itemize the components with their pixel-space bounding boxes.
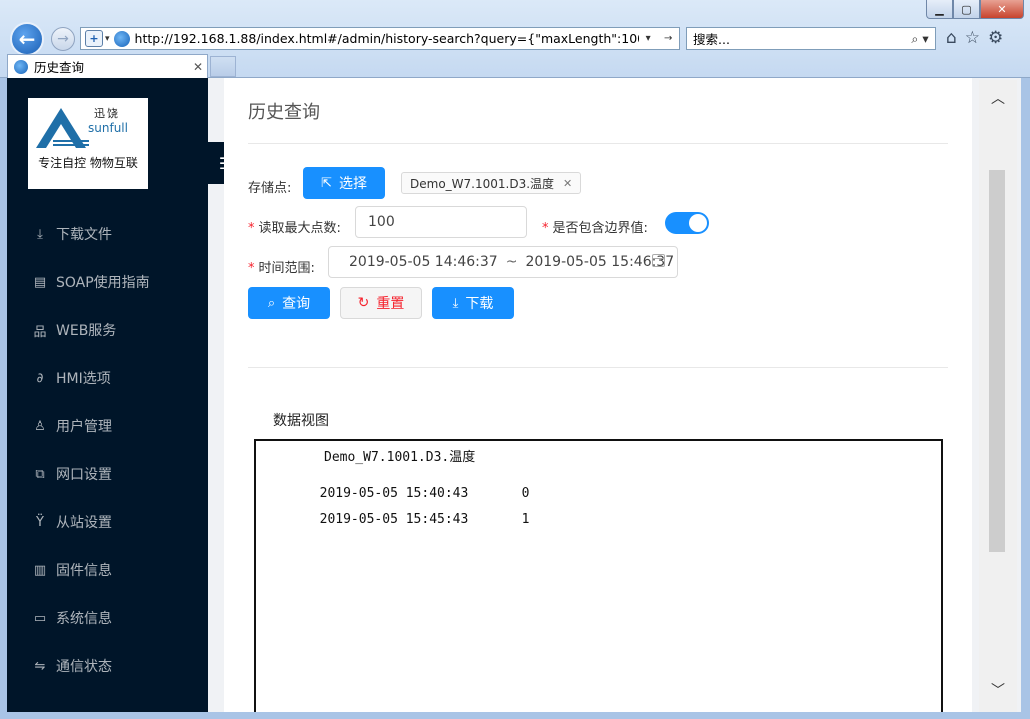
browser-tab[interactable]: 历史查询 ✕	[7, 54, 208, 78]
search-placeholder: 搜索...	[693, 32, 730, 47]
sidebar-item-label: 用户管理	[56, 419, 112, 435]
book-icon: ▤	[33, 274, 47, 290]
reload-icon: ↻	[357, 295, 370, 311]
time-range-picker[interactable]: 2019-05-05 14:46:37 ~ 2019-05-05 15:46:3…	[328, 246, 678, 278]
tab-close-icon[interactable]: ✕	[189, 60, 207, 74]
storage-label: 存储点:	[248, 181, 292, 196]
close-window-icon[interactable]: ✕	[980, 0, 1024, 19]
max-points-label: * 读取最大点数:	[248, 221, 341, 236]
scroll-down-icon[interactable]: ﹀	[979, 680, 1017, 704]
brand-cn: 迅饶	[94, 107, 120, 120]
download-icon: ⤓	[452, 295, 459, 311]
sidebar-item[interactable]: ⤓ 下载文件	[7, 210, 208, 258]
sidebar-item[interactable]: ⧉ 网口设置	[7, 450, 208, 498]
home-icon[interactable]: ⌂	[946, 28, 957, 48]
sidebar-item-label: 通信状态	[56, 659, 112, 675]
sidebar-item-label: HMI选项	[56, 371, 111, 387]
sidebar-item[interactable]: ∂ HMI选项	[7, 354, 208, 402]
sidebar-item-label: 系统信息	[56, 611, 112, 627]
data-view-panel[interactable]: Demo_W7.1001.D3.温度 2019-05-05 15:40:43 0 …	[254, 439, 943, 712]
scroll-up-icon[interactable]: ︿	[979, 88, 1017, 112]
page-viewport: 迅饶 sunfull 专注自控 物物互联 ⤓ 下载文件 ▤ SOAP使用指南品 WEB服…	[7, 78, 1021, 712]
sidebar-item-label: 固件信息	[56, 563, 112, 579]
sidebar-item-label: 网口设置	[56, 467, 112, 483]
include-boundary-label: * 是否包含边界值:	[542, 221, 648, 236]
fork-icon: Ÿ	[36, 514, 44, 530]
search-icon: ⌕	[267, 295, 276, 311]
divider	[248, 143, 948, 144]
arrow-right-icon: →	[57, 31, 69, 47]
export-icon: ⧉	[35, 466, 45, 482]
back-button[interactable]: ←	[10, 22, 44, 56]
star-icon[interactable]: ☆	[965, 28, 980, 48]
link-icon: ∂	[36, 370, 44, 386]
sidebar-item[interactable]: ▥ 固件信息	[7, 546, 208, 594]
sidebar-item[interactable]: ♙ 用户管理	[7, 402, 208, 450]
sidebar-item-label: 下载文件	[56, 227, 112, 243]
sidebar-item[interactable]: 品 WEB服务	[7, 306, 208, 354]
sidebar-item-label: 从站设置	[56, 515, 112, 531]
selected-point-tag: Demo_W7.1001.D3.温度 ✕	[401, 172, 582, 194]
ie-page-icon	[113, 30, 130, 47]
user-icon: ♙	[34, 418, 46, 434]
tab-title: 历史查询	[34, 60, 85, 75]
swap-icon: ⇋	[34, 658, 46, 674]
select-button[interactable]: ⇱ 选择	[303, 167, 385, 199]
scroll-thumb[interactable]	[989, 170, 1005, 552]
page-title: 历史查询	[248, 102, 320, 123]
sidebar: 迅饶 sunfull 专注自控 物物互联 ⤓ 下载文件 ▤ SOAP使用指南品 WEB服…	[7, 78, 208, 712]
divider	[248, 367, 948, 368]
select-icon: ⇱	[321, 175, 332, 191]
max-points-input[interactable]: 100	[355, 206, 527, 238]
brand-en: sunfull	[88, 121, 128, 135]
go-icon[interactable]: →	[664, 33, 672, 44]
arrow-left-icon: ←	[18, 27, 36, 51]
query-button[interactable]: ⌕ 查询	[248, 287, 330, 319]
search-icon[interactable]: ⌕ ▾	[905, 31, 935, 47]
minimize-icon[interactable]: ▁	[926, 0, 953, 19]
sidebar-item-label: SOAP使用指南	[56, 275, 150, 291]
time-range-label: * 时间范围:	[248, 261, 315, 276]
logo: 迅饶 sunfull 专注自控 物物互联	[28, 98, 148, 189]
tab-favicon-icon	[14, 59, 28, 74]
address-bar[interactable]: + ▾ http://192.168.1.88/index.html#/admi…	[80, 27, 680, 50]
sidebar-item[interactable]: ▭ 系统信息	[7, 594, 208, 642]
sidebar-item[interactable]: ▤ SOAP使用指南	[7, 258, 208, 306]
download-icon: ⤓	[37, 226, 43, 242]
sidebar-menu: ⤓ 下载文件 ▤ SOAP使用指南品 WEB服务 ∂ HMI选项 ♙ 用户管理 ⧉ 网口设置 Ÿ 从站设…	[7, 210, 208, 690]
data-view-title: 数据视图	[273, 413, 329, 429]
vertical-scrollbar[interactable]: ︿ ﹀	[979, 80, 1017, 712]
main-content: 历史查询 存储点: ⇱ 选择 Demo_W7.1001.D3.温度 ✕ * 读取最…	[224, 78, 972, 712]
table-row: 2019-05-05 15:45:43 1	[319, 512, 530, 527]
file-icon: ▥	[33, 562, 47, 578]
cluster-icon: 品	[33, 324, 47, 340]
logo-slogan: 专注自控 物物互联	[38, 156, 138, 170]
maximize-icon[interactable]: ▢	[953, 0, 980, 19]
download-button[interactable]: ⤓ 下载	[432, 287, 514, 319]
search-input[interactable]: 搜索... ⌕ ▾	[686, 27, 936, 50]
new-tab-button[interactable]	[210, 56, 236, 77]
window-controls: ▁ ▢ ✕	[926, 0, 1024, 19]
data-view-header: Demo_W7.1001.D3.温度	[324, 450, 476, 465]
tag-close-icon[interactable]: ✕	[563, 177, 572, 190]
time-start[interactable]: 2019-05-05 14:46:37	[349, 254, 498, 270]
calendar-icon	[652, 254, 665, 267]
sidebar-item[interactable]: ⇋ 通信状态	[7, 642, 208, 690]
chevron-down-icon[interactable]: ▾	[105, 34, 110, 44]
sidebar-item[interactable]: Ÿ 从站设置	[7, 498, 208, 546]
address-dropdown-icon[interactable]: ▾	[646, 33, 651, 44]
laptop-icon: ▭	[33, 610, 47, 626]
logo-mark-icon	[36, 108, 89, 148]
forward-button[interactable]: →	[51, 27, 75, 51]
gear-icon[interactable]: ⚙	[988, 28, 1003, 48]
browser-chrome: ▁ ▢ ✕ ← → + ▾ http://192.168.1.88/index.…	[0, 0, 1030, 78]
address-url[interactable]: http://192.168.1.88/index.html#/admin/hi…	[135, 31, 639, 46]
include-boundary-switch[interactable]	[665, 212, 709, 234]
reset-button[interactable]: ↻ 重置	[340, 287, 422, 319]
shield-icon[interactable]: +	[85, 30, 103, 47]
sidebar-item-label: WEB服务	[56, 323, 117, 339]
